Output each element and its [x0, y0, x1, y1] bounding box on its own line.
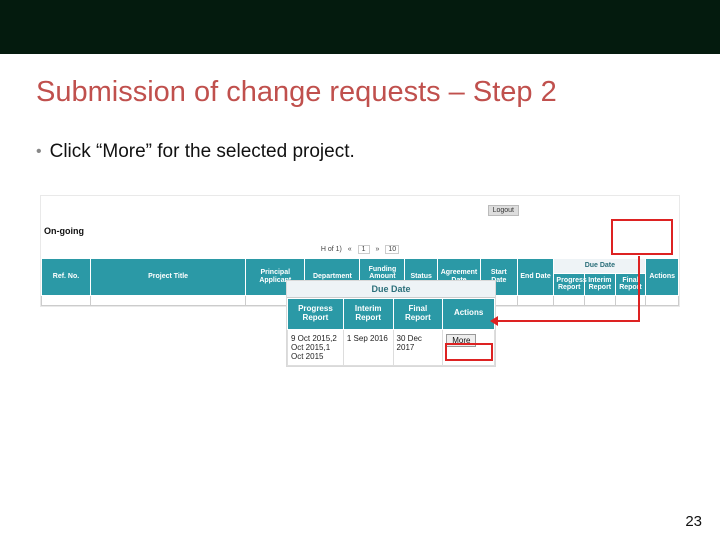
pager-prefix: H of 1): [321, 246, 342, 253]
bullet-dot-icon: •: [36, 144, 42, 160]
table-row: 9 Oct 2015,2 Oct 2015,1 Oct 2015 1 Sep 2…: [288, 329, 495, 366]
th-actions: Actions: [646, 259, 679, 296]
bullet-text: Click “More” for the selected project.: [50, 141, 355, 163]
zoom-th-interim: Interim Report: [343, 299, 393, 330]
zoom-th-actions: Actions: [443, 299, 495, 330]
pager-size[interactable]: 10: [385, 245, 399, 254]
th-final: Final Report: [615, 273, 646, 295]
pager-page[interactable]: 1: [358, 245, 370, 254]
zoom-th-final: Final Report: [393, 299, 443, 330]
slide-title: Submission of change requests – Step 2: [0, 54, 720, 109]
zoom-table: Progress Report Interim Report Final Rep…: [287, 298, 495, 366]
th-title: Project Title: [91, 259, 246, 296]
bullet-row: • Click “More” for the selected project.: [0, 109, 720, 163]
zoom-cell-actions: More: [443, 329, 495, 366]
screenshot-zoom-due-date: Due Date Progress Report Interim Report …: [286, 280, 496, 367]
pager: H of 1) « 1 » 10: [41, 243, 679, 258]
arrow-line-icon: [638, 256, 640, 322]
arrow-head-icon: [490, 316, 498, 326]
zoom-cell-interim: 1 Sep 2016: [343, 329, 393, 366]
more-button[interactable]: More: [446, 334, 476, 347]
logout-button[interactable]: Logout: [488, 205, 519, 216]
page-number: 23: [685, 513, 702, 530]
th-end: End Date: [517, 259, 554, 296]
th-prog: Progress Report: [554, 273, 585, 295]
ongoing-label: On-going: [44, 226, 84, 236]
zoom-th-prog: Progress Report: [288, 299, 344, 330]
slide-top-bar: [0, 0, 720, 54]
th-interim: Interim Report: [585, 273, 616, 295]
zoom-due-date-header: Due Date: [287, 281, 495, 298]
th-due-date: Due Date: [554, 259, 646, 274]
zoom-cell-prog: 9 Oct 2015,2 Oct 2015,1 Oct 2015: [288, 329, 344, 366]
arrow-line-icon: [495, 320, 640, 322]
zoom-cell-final: 30 Dec 2017: [393, 329, 443, 366]
th-ref: Ref. No.: [42, 259, 91, 296]
